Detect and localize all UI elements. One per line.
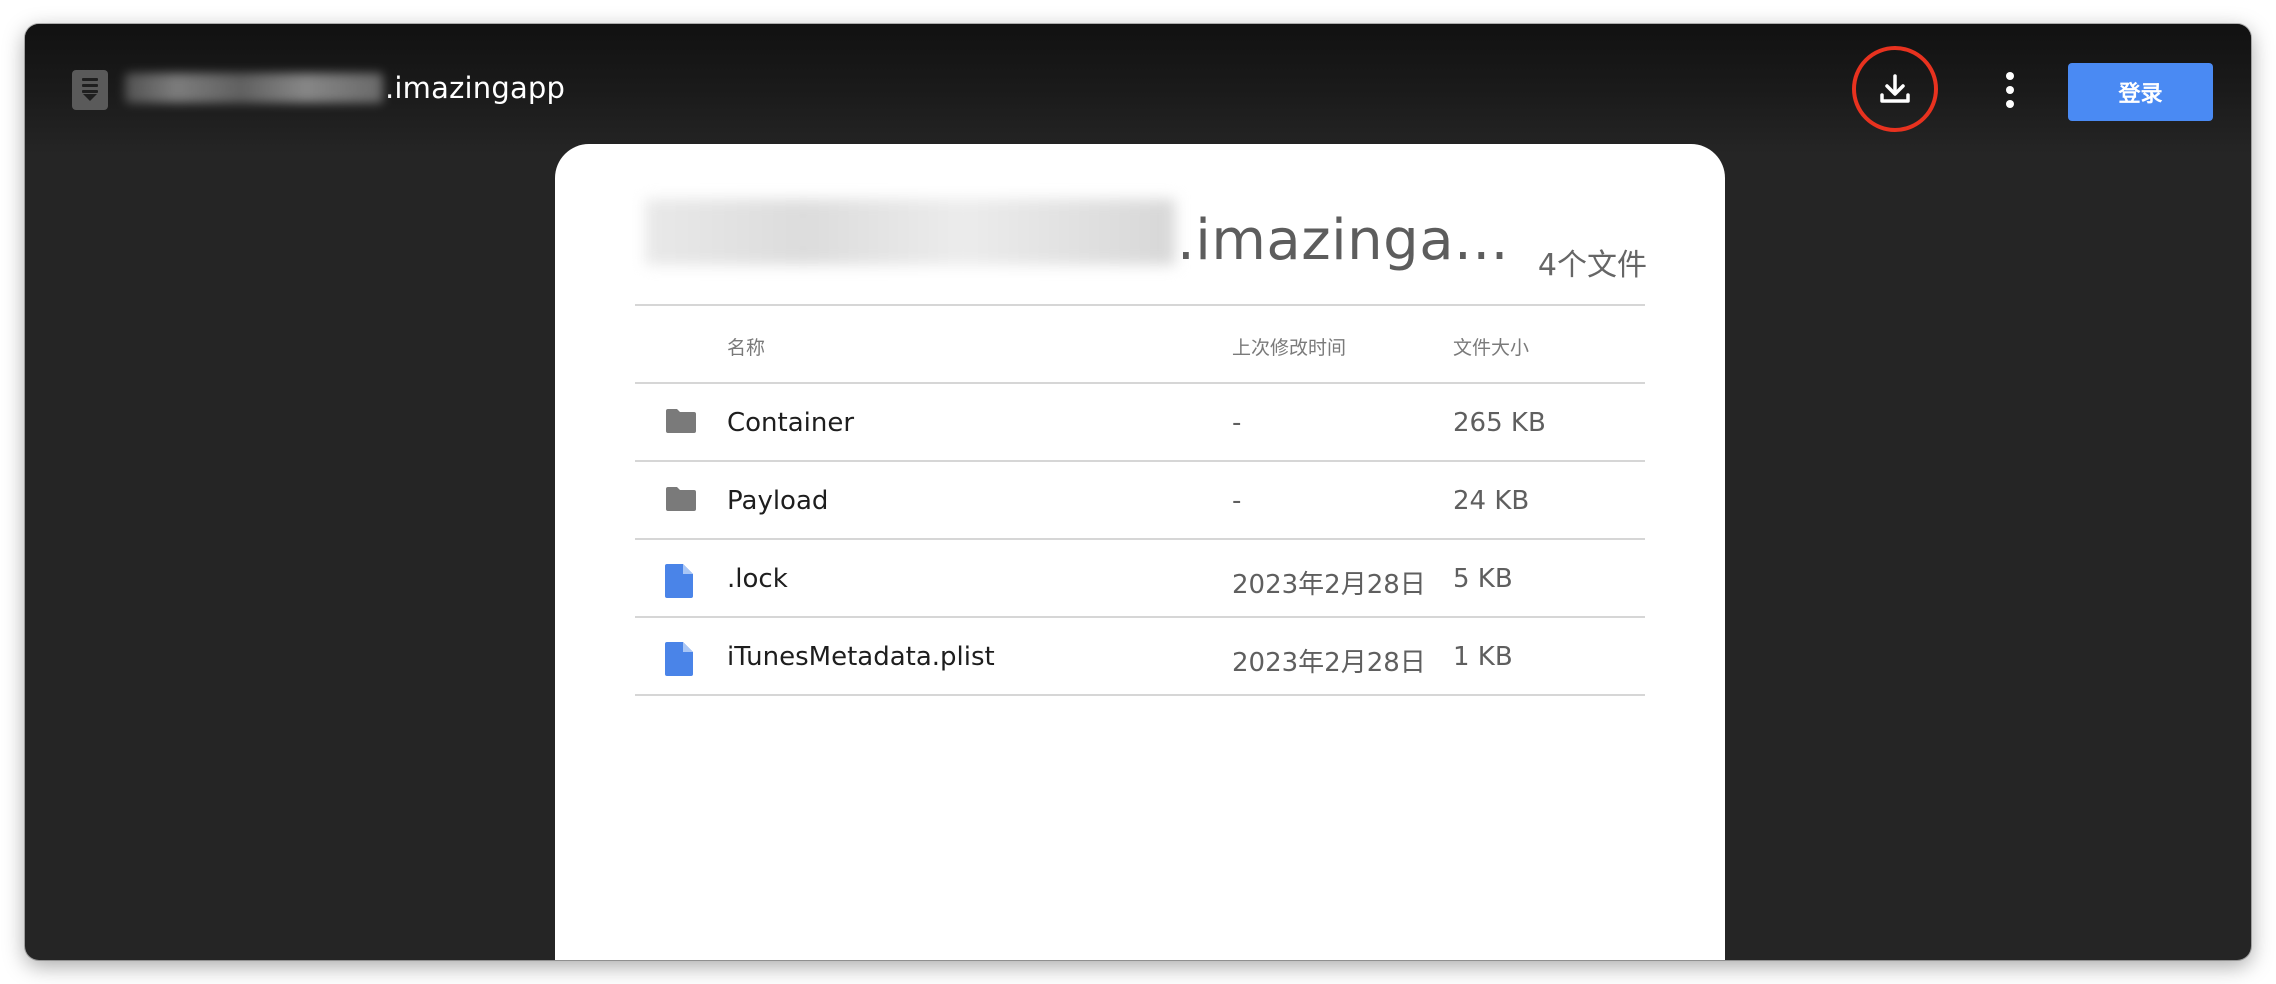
row-modified: 2023年2月28日 bbox=[1232, 570, 1426, 600]
table-row[interactable]: .lock 2023年2月28日 5 KB bbox=[635, 540, 1645, 618]
download-icon bbox=[1880, 74, 1910, 103]
file-count: 4个文件 bbox=[1537, 248, 1647, 283]
redacted-filename bbox=[125, 73, 383, 103]
row-modified: - bbox=[1232, 486, 1242, 516]
row-modified: - bbox=[1232, 408, 1242, 438]
document-icon bbox=[665, 564, 693, 602]
table-row[interactable]: iTunesMetadata.plist 2023年2月28日 1 KB bbox=[635, 618, 1645, 696]
top-bar: .imazingapp 登录 bbox=[25, 24, 2251, 154]
file-table: 名称 上次修改时间 文件大小 Container - 265 KB Payloa… bbox=[635, 304, 1645, 696]
redacted-panel-title bbox=[645, 199, 1175, 265]
file-list-panel: .imazinga... 4个文件 名称 上次修改时间 文件大小 Contain… bbox=[555, 144, 1725, 960]
row-name: Container bbox=[727, 408, 855, 438]
download-button[interactable] bbox=[1852, 46, 1938, 132]
row-modified: 2023年2月28日 bbox=[1232, 648, 1426, 678]
more-vert-icon bbox=[2006, 72, 2014, 80]
archive-file-icon bbox=[72, 70, 108, 110]
row-size: 265 KB bbox=[1453, 408, 1546, 438]
table-header: 名称 上次修改时间 文件大小 bbox=[635, 306, 1645, 384]
document-title-wrap: .imazingapp bbox=[125, 66, 565, 110]
row-size: 5 KB bbox=[1453, 564, 1513, 594]
folder-icon bbox=[665, 486, 697, 516]
column-header-name[interactable]: 名称 bbox=[727, 333, 765, 360]
table-row[interactable]: Payload - 24 KB bbox=[635, 462, 1645, 540]
row-name: iTunesMetadata.plist bbox=[727, 642, 995, 672]
document-title: .imazingapp bbox=[385, 71, 566, 105]
folder-icon bbox=[665, 408, 697, 438]
row-size: 1 KB bbox=[1453, 642, 1513, 672]
document-icon bbox=[665, 642, 693, 680]
row-size: 24 KB bbox=[1453, 486, 1530, 516]
panel-title: .imazinga... bbox=[1177, 208, 1509, 273]
row-name: .lock bbox=[727, 564, 788, 594]
login-button[interactable]: 登录 bbox=[2068, 63, 2213, 121]
table-row[interactable]: Container - 265 KB bbox=[635, 384, 1645, 462]
more-options-button[interactable] bbox=[1995, 66, 2025, 114]
column-header-modified[interactable]: 上次修改时间 bbox=[1232, 333, 1346, 360]
panel-header: .imazinga... 4个文件 bbox=[555, 144, 1725, 304]
row-name: Payload bbox=[727, 486, 829, 516]
column-header-size[interactable]: 文件大小 bbox=[1453, 333, 1529, 360]
viewer-window: .imazingapp 登录 .imazinga... 4个文件 名称 上次修改… bbox=[25, 24, 2251, 960]
